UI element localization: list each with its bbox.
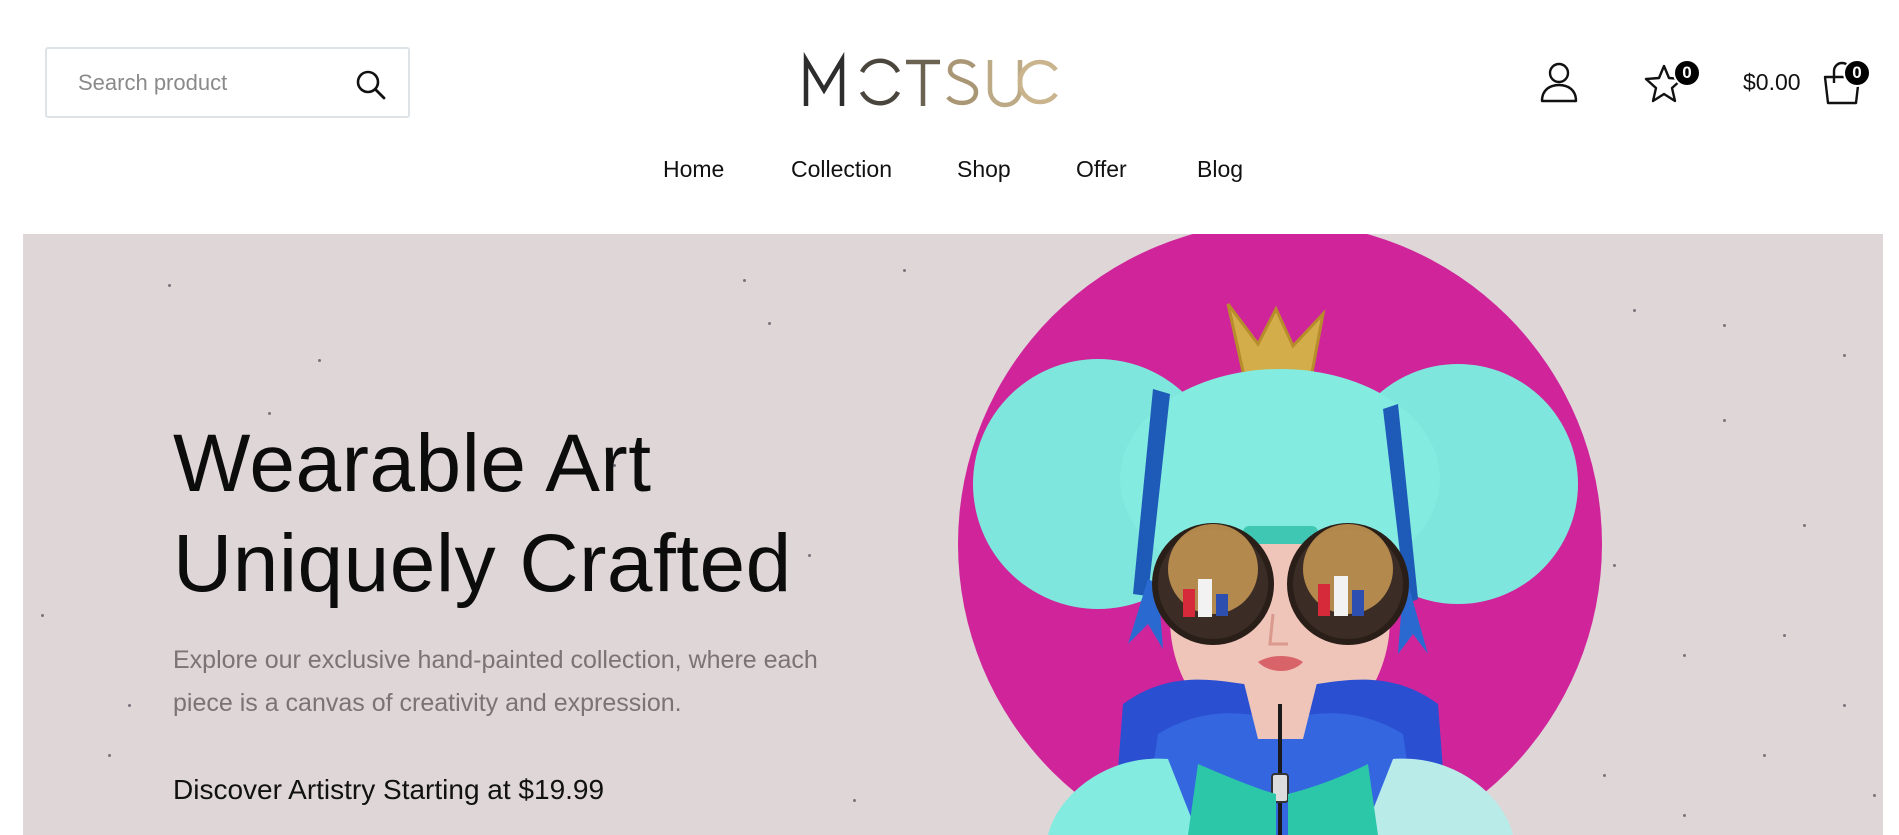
cart-count-badge: 0: [1843, 59, 1871, 87]
site-logo[interactable]: [800, 50, 1060, 112]
logo-wordmark: [803, 51, 1058, 108]
hero-title-line-2: Uniquely Crafted: [173, 518, 792, 609]
main-nav: Home Collection Shop Offer Blog: [0, 156, 1899, 192]
hero-banner: Wearable Art Uniquely Crafted Explore ou…: [23, 234, 1883, 835]
hero-subtitle: Explore our exclusive hand-painted colle…: [173, 646, 818, 717]
hero-artwork: [958, 234, 1602, 835]
nav-blog[interactable]: Blog: [1197, 156, 1243, 183]
hero-title: Wearable Art Uniquely Crafted: [173, 414, 873, 614]
user-icon[interactable]: [1539, 61, 1579, 103]
header-actions: 0 $0.00 0: [1479, 55, 1899, 115]
nav-offer[interactable]: Offer: [1076, 156, 1127, 183]
search-icon[interactable]: [354, 68, 388, 102]
nav-shop[interactable]: Shop: [957, 156, 1011, 183]
hero-title-line-1: Wearable Art: [173, 418, 652, 509]
nav-collection[interactable]: Collection: [791, 156, 892, 183]
wishlist-count-badge: 0: [1673, 59, 1701, 87]
search-box: [45, 47, 410, 118]
search-input[interactable]: [78, 69, 338, 96]
cart-total[interactable]: $0.00: [1743, 69, 1801, 96]
hero-offer: Discover Artistry Starting at $19.99: [173, 774, 605, 805]
nav-home[interactable]: Home: [663, 156, 724, 183]
